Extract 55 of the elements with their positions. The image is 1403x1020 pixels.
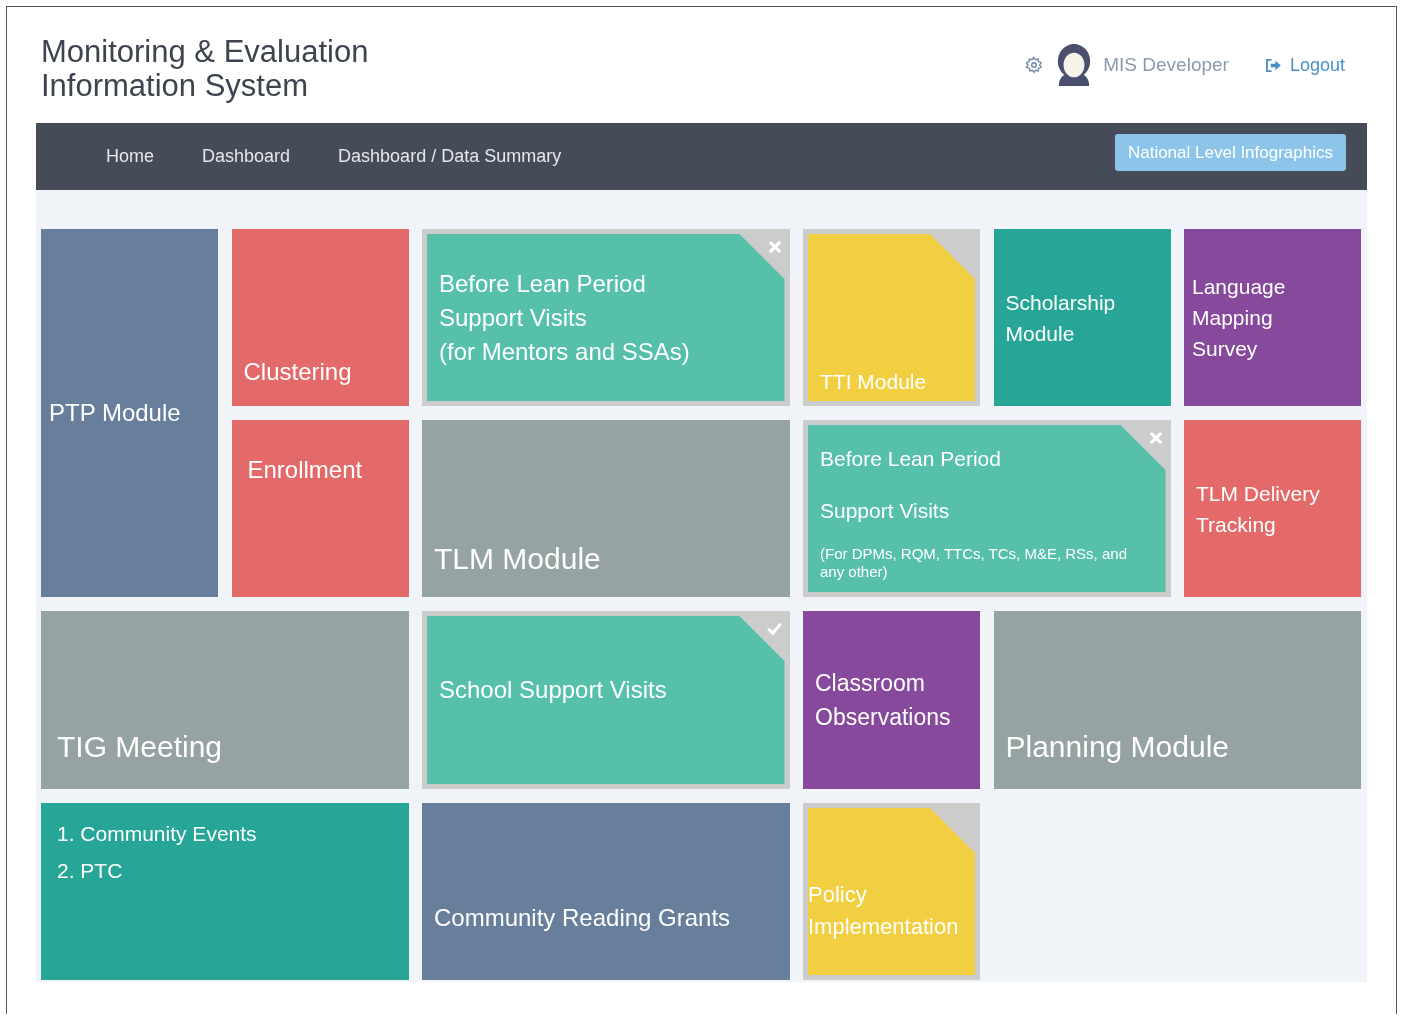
tile-label: Policy [808, 881, 867, 909]
tile-label: Before Lean Period [439, 268, 646, 299]
close-icon[interactable] [768, 241, 781, 253]
tile-label: Before Lean Period [820, 446, 1001, 472]
tile-label: Implementation [808, 913, 959, 941]
tile-label: Support Visits [820, 498, 950, 524]
module-tile[interactable]: TLM Delivery Tracking [1184, 420, 1361, 597]
close-icon[interactable] [1149, 432, 1162, 444]
tile-label: Mapping [1192, 305, 1273, 331]
tile-label: Tracking [1196, 511, 1276, 538]
tile-label: 1. Community Events [57, 821, 257, 847]
tile-label: 2. PTC [57, 858, 123, 884]
logout-icon [1264, 58, 1282, 72]
tile-label: TLM Module [434, 541, 601, 577]
module-tile[interactable]: Planning Module [993, 611, 1361, 789]
tile-label: School Support Visits [439, 675, 667, 705]
tile-label: Survey [1192, 336, 1258, 362]
tile-label: Enrollment [247, 455, 363, 485]
logout-link[interactable]: Logout [1264, 51, 1345, 79]
settings-icon[interactable] [1025, 56, 1044, 74]
tile-label: TIG Meeting [57, 729, 223, 765]
tile-label: Scholarship [1005, 289, 1116, 316]
tile-label: Observations [815, 703, 951, 732]
module-tile[interactable]: Enrollment [231, 420, 409, 597]
module-tile[interactable]: Before Lean Period Support Visits (For DPMs, RQM, TTCs, TCs, M&E, RSs, and any other) [803, 420, 1171, 597]
tile-label: PTP Module [49, 398, 181, 428]
module-tile[interactable]: Clustering [231, 229, 409, 406]
infographics-button[interactable]: National Level Infographics [1114, 134, 1346, 171]
module-tile[interactable]: School Support Visits [422, 611, 790, 789]
app-title: Monitoring & Evaluation [41, 35, 369, 69]
module-tile[interactable]: 1. Community Events 2. PTC [41, 803, 409, 980]
module-tile[interactable]: Before Lean Period Support Visits (for Mentors and SSAs) [422, 229, 790, 406]
nav-link[interactable]: Dashboard [202, 143, 291, 170]
nav-link[interactable]: Home [106, 143, 154, 170]
module-tile[interactable]: TLM Module [422, 420, 790, 597]
module-tile[interactable]: Scholarship Module [993, 229, 1171, 406]
tile-label: Clustering [243, 357, 352, 387]
tile-label: Module [1005, 320, 1075, 347]
module-tile[interactable]: TIG Meeting [41, 611, 409, 789]
module-tile[interactable]: Classroom Observations [803, 611, 980, 789]
tile-label: Language [1192, 274, 1286, 300]
nav-link[interactable]: Dashboard / Data Summary [338, 143, 562, 170]
tile-label: Classroom [815, 669, 925, 698]
tile-label: Support Visits [439, 302, 587, 333]
tile-label: Planning Module [1005, 729, 1229, 765]
tile-label: (for Mentors and SSAs) [439, 336, 690, 367]
module-tile[interactable]: Language Mapping Survey [1184, 229, 1361, 406]
tile-label: TLM Delivery [1196, 480, 1320, 507]
module-tile[interactable]: PTP Module [41, 229, 218, 597]
module-tile[interactable]: Community Reading Grants [422, 803, 790, 980]
tile-label: TTI Module [820, 368, 927, 395]
tile-note: (For DPMs, RQM, TTCs, TCs, M&E, RSs, and any other) [820, 545, 1128, 581]
user-name: MIS Developer [1103, 52, 1229, 77]
tile-label: Community Reading Grants [434, 903, 731, 933]
app-title: Information System [41, 69, 310, 103]
